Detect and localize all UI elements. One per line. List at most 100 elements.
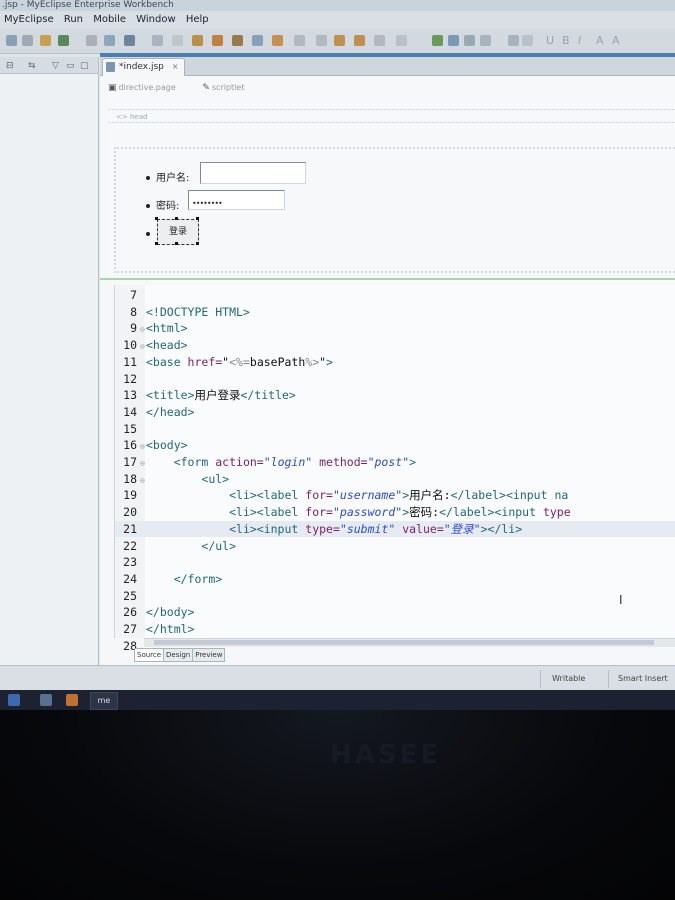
menu-help[interactable]: Help (186, 11, 209, 29)
code-line[interactable]: 15 (115, 421, 675, 437)
code-line[interactable]: 19 <li><label for="username">用户名:</label… (115, 487, 675, 503)
edit-icon[interactable] (86, 35, 97, 46)
code-line[interactable]: 23 (115, 554, 675, 570)
new-icon[interactable] (6, 35, 17, 46)
code-line[interactable]: 27 </html> (115, 621, 675, 637)
code-token: <li><input (229, 521, 306, 536)
code-line[interactable]: 11 <base href="<%=basePath%>"> (115, 354, 675, 370)
code-line[interactable]: 8 <!DOCTYPE HTML> (115, 304, 675, 320)
bold-button[interactable]: B (562, 34, 570, 47)
font-size-down-button[interactable]: A (612, 34, 620, 47)
table-icon[interactable] (464, 35, 475, 46)
menu-mobile[interactable]: Mobile (93, 11, 126, 29)
save-icon[interactable] (22, 35, 33, 46)
code-line[interactable]: 16 ⊖<body> (115, 437, 675, 453)
code-line[interactable]: 10 ⊖<head> (115, 337, 675, 353)
code-line[interactable]: 12 (115, 371, 675, 387)
code-line[interactable]: 18 ⊖ <ul> (115, 471, 675, 487)
code-line[interactable]: 24 </form> (115, 571, 675, 587)
font-size-up-button[interactable]: A (596, 34, 604, 47)
code-token: method= (312, 455, 368, 469)
resize-handle[interactable] (175, 242, 178, 245)
server-icon[interactable] (124, 35, 135, 46)
split-divider[interactable] (100, 278, 675, 280)
package-icon[interactable] (192, 35, 203, 46)
deploy-icon[interactable] (104, 35, 115, 46)
underline-button[interactable]: U (546, 34, 554, 47)
code-line[interactable]: 20 <li><label for="password">密码:</label>… (115, 504, 675, 520)
line-number: 27 (123, 622, 137, 636)
link-editor-icon[interactable]: ⇆ (28, 61, 36, 71)
scriptlet-tool[interactable]: ✎ scriptlet (202, 83, 256, 93)
back-icon[interactable] (354, 35, 365, 46)
image-icon[interactable] (480, 35, 491, 46)
source-view[interactable]: 7 8 <!DOCTYPE HTML> 9 ⊖<html> 10 ⊖<head> 11 <bas… (114, 285, 675, 653)
resize-handle[interactable] (196, 217, 199, 220)
resize-handle[interactable] (155, 217, 158, 220)
italic-button[interactable]: I (578, 34, 581, 47)
start-icon[interactable] (8, 694, 20, 706)
tab-design[interactable]: Design (163, 648, 194, 662)
scrollbar-thumb[interactable] (154, 640, 654, 645)
next-icon[interactable] (374, 35, 385, 46)
view-menu-icon[interactable]: ▽ (52, 61, 59, 71)
resize-handle[interactable] (196, 242, 199, 245)
editor-tab-index-jsp[interactable]: *index.jsp × (102, 58, 186, 76)
dropdown-icon[interactable] (522, 35, 533, 46)
media-icon[interactable] (66, 694, 78, 706)
code-line[interactable]: 13 <title>用户登录</title> (115, 387, 675, 403)
menu-window[interactable]: Window (136, 11, 175, 29)
layout-icon[interactable] (432, 35, 443, 46)
history-icon[interactable] (396, 35, 407, 46)
resize-handle[interactable] (155, 242, 158, 245)
line-number: 22 (123, 538, 137, 553)
taskbar-app-myeclipse[interactable]: me (90, 692, 118, 710)
main-toolbar: U B I A A (0, 29, 675, 54)
code-token: <ul> (201, 471, 230, 486)
forward-icon[interactable] (334, 35, 345, 46)
code-line[interactable]: 21 <li><input type="submit" value="登录"><… (115, 520, 675, 537)
minimize-icon[interactable]: ▭ (66, 61, 75, 71)
tab-preview[interactable]: Preview (192, 648, 226, 662)
code-line[interactable]: 7 (115, 287, 675, 303)
code-line[interactable]: 14 </head> (115, 404, 675, 420)
build-icon[interactable] (40, 35, 51, 46)
close-icon[interactable]: × (172, 62, 179, 71)
login-submit-button[interactable]: 登录 (157, 219, 199, 245)
status-separator (540, 670, 541, 688)
search-icon[interactable] (294, 35, 305, 46)
code-token: type (542, 505, 571, 520)
split-icon[interactable] (448, 35, 459, 46)
resize-handle[interactable] (175, 217, 178, 220)
code-line[interactable]: 9 ⊖<html> (115, 320, 675, 336)
code-line[interactable]: 26 </body> (115, 604, 675, 620)
database-icon[interactable] (232, 35, 243, 46)
explorer-icon[interactable] (40, 694, 52, 706)
collapse-icon[interactable]: ⊟ (6, 61, 14, 71)
code-line[interactable]: 17 ⊖ <form action="login" method="post"> (115, 454, 675, 470)
tab-source[interactable]: Source (134, 648, 165, 662)
link-icon[interactable] (508, 35, 519, 46)
code-token: </body> (146, 605, 195, 620)
horizontal-scrollbar[interactable] (144, 638, 675, 647)
menu-myeclipse[interactable]: MyEclipse (4, 11, 54, 29)
username-input[interactable] (200, 162, 306, 184)
folder-icon[interactable] (212, 35, 223, 46)
password-input[interactable]: •••••••• (188, 190, 285, 210)
debug-icon[interactable] (252, 35, 263, 46)
line-number: 9 (130, 321, 137, 336)
directive-page-tool[interactable]: ▣ directive.page (108, 83, 188, 93)
form-preview[interactable]: 用户名: 密码: •••••••• 登录 (114, 147, 675, 273)
maximize-icon[interactable]: ▢ (80, 61, 89, 71)
head-section[interactable]: <> head (108, 109, 675, 123)
line-number: 18 (123, 471, 137, 486)
code-line[interactable]: 22 </ul> (115, 538, 675, 554)
code-line[interactable]: 25 (115, 588, 675, 604)
tools-icon[interactable] (272, 35, 283, 46)
prev-icon[interactable] (316, 35, 327, 46)
run-icon[interactable] (58, 35, 69, 46)
refresh-icon[interactable] (172, 35, 183, 46)
grid-icon[interactable] (152, 35, 163, 46)
menu-run[interactable]: Run (64, 11, 83, 29)
